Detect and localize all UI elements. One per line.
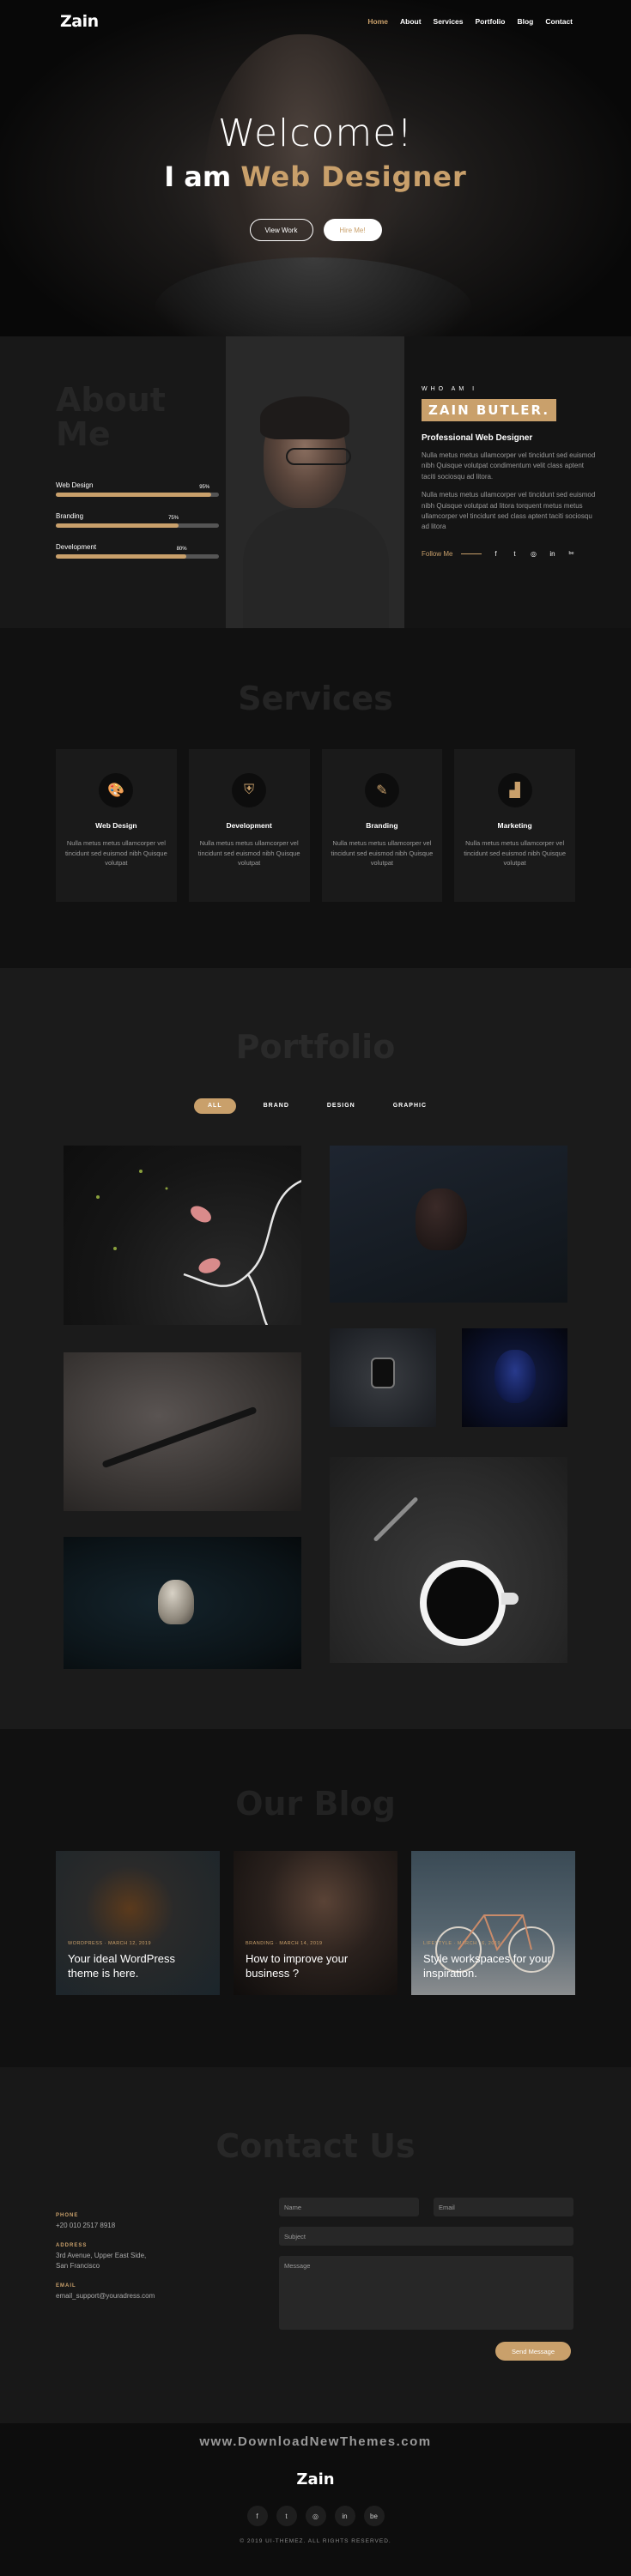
about-paragraph: Nulla metus metus ullamcorper vel tincid… [422,451,596,481]
pen-ruler-icon: ✎ [364,773,399,807]
filter-all[interactable]: ALL [193,1098,236,1114]
message-field[interactable]: Message [279,2256,573,2330]
services-section: Services 🎨 Web Design Nulla metus metus … [0,628,631,968]
skill-bar: Branding 75% [56,512,219,528]
portfolio-item-earphones[interactable] [64,1146,301,1325]
about-portrait-image [226,336,404,628]
portfolio-item-skull[interactable] [64,1537,301,1669]
skill-bar: Development 80% [56,543,219,559]
facebook-icon[interactable]: f [246,2506,268,2526]
portfolio-title: Portfolio [235,1028,396,1066]
follow-me-row: Follow Me f t ◎ in ᵇᵉ [422,550,597,558]
instagram-icon[interactable]: ◎ [528,550,538,558]
contact-title: Contact Us [215,2127,416,2165]
hero-welcome: Welcome! [218,112,413,155]
role-title: Professional Web Designer [422,433,533,443]
subject-field[interactable]: Subject [279,2227,573,2246]
portfolio-item-coffee[interactable] [330,1457,567,1663]
portfolio-item-skull-dark[interactable] [330,1146,567,1303]
linkedin-icon[interactable]: in [547,550,557,558]
site-logo[interactable]: Zain [60,12,99,31]
about-section: About Me Web Design 95% Branding 75% Dev… [0,336,631,628]
watermark: www.DownloadNewThemes.com [199,2434,432,2449]
about-paragraph: Nulla metus metus ullamcorper vel tincid… [422,491,596,531]
behance-icon[interactable]: be [363,2506,385,2526]
nav-menu: Home About Services Portfolio Blog Conta… [367,17,573,26]
service-card[interactable]: ▟ Marketing Nulla metus metus ullamcorpe… [454,749,575,902]
contact-phone: +20 010 2517 8918 [56,2222,116,2229]
skills-list: Web Design 95% Branding 75% Development … [56,481,226,559]
hero-highlight: Web Designer [240,160,467,193]
chart-icon: ▟ [497,773,532,807]
hero-headline: I am Web Designer [164,160,467,193]
about-bg-title: About Me [56,381,166,453]
linkedin-icon[interactable]: in [334,2506,355,2526]
name-badge: ZAIN BUTLER. [422,399,557,421]
copyright: © 2019 UI-THEMEZ. ALL RIGHTS RESERVED. [240,2538,391,2544]
nav-item-services[interactable]: Services [434,17,464,26]
behance-icon[interactable]: ᵇᵉ [566,550,576,558]
nav-item-portfolio[interactable]: Portfolio [476,17,506,26]
main-nav: Zain Home About Services Portfolio Blog … [0,0,631,43]
palette-icon: 🎨 [99,773,134,807]
hire-me-button[interactable]: Hire Me! [323,219,382,241]
blog-card[interactable]: LIFESTYLE · MARCH 16, 2019 Style workspa… [411,1851,575,1995]
blog-card[interactable]: BRANDING · MARCH 14, 2019 How to improve… [234,1851,397,1995]
service-card[interactable]: ⛨ Development Nulla metus metus ullamcor… [188,749,310,902]
nav-item-about[interactable]: About [400,17,422,26]
facebook-icon[interactable]: f [490,550,501,558]
blog-card[interactable]: WORDPRESS · MARCH 12, 2019 Your ideal Wo… [56,1851,220,1995]
footer-social: f t ◎ in be [0,2506,631,2526]
who-am-i-label: WHO AM I [422,386,478,392]
hero-section: Zain Home About Services Portfolio Blog … [0,0,631,336]
service-card[interactable]: ✎ Branding Nulla metus metus ullamcorper… [321,749,443,902]
contact-email: email_support@youradress.com [56,2292,155,2300]
portfolio-item-face-blue[interactable] [462,1328,567,1427]
portfolio-item-watch[interactable] [330,1328,436,1427]
view-work-button[interactable]: View Work [249,219,313,241]
portfolio-filters: ALL BRAND DESIGN GRAPHIC [0,1098,631,1114]
shield-icon: ⛨ [232,773,267,807]
email-field[interactable]: Email [434,2198,573,2216]
twitter-icon[interactable]: t [276,2506,297,2526]
nav-item-contact[interactable]: Contact [545,17,573,26]
portfolio-section: Portfolio ALL BRAND DESIGN GRAPHIC [0,968,631,1729]
portfolio-item-pen[interactable] [64,1352,301,1511]
footer: www.DownloadNewThemes.com Zain f t ◎ in … [0,2423,631,2576]
filter-design[interactable]: DESIGN [317,1098,366,1114]
skill-bar: Web Design 95% [56,481,219,497]
services-title: Services [238,680,393,717]
instagram-icon[interactable]: ◎ [305,2506,326,2526]
blog-title: Our Blog [235,1785,396,1823]
filter-graphic[interactable]: GRAPHIC [383,1098,437,1114]
nav-item-blog[interactable]: Blog [517,17,533,26]
footer-logo[interactable]: Zain [0,2470,631,2488]
name-field[interactable]: Name [279,2198,419,2216]
nav-item-home[interactable]: Home [367,17,388,26]
send-message-button[interactable]: Send Message [495,2342,571,2361]
blog-section: Our Blog WORDPRESS · MARCH 12, 2019 Your… [0,1729,631,2067]
contact-section: Contact Us PHONE +20 010 2517 8918 ADDRE… [0,2067,631,2423]
service-card[interactable]: 🎨 Web Design Nulla metus metus ullamcorp… [56,749,177,902]
twitter-icon[interactable]: t [509,550,519,558]
contact-info: PHONE +20 010 2517 8918 ADDRESS 3rd Aven… [56,2213,155,2300]
filter-brand[interactable]: BRAND [253,1098,300,1114]
